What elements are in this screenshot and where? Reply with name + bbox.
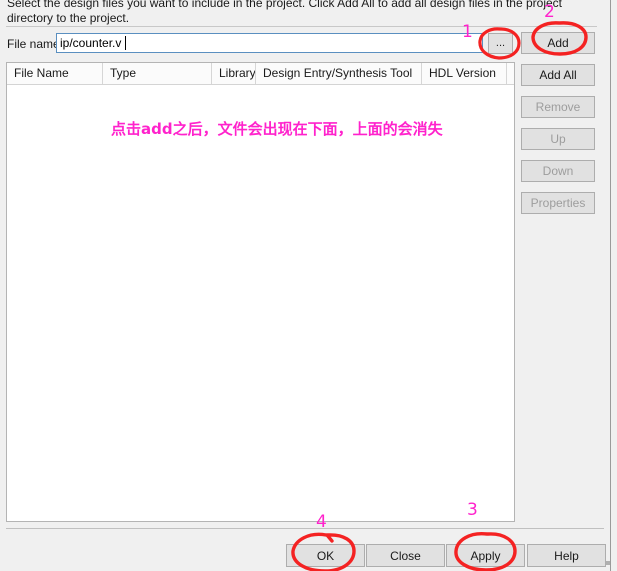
footer-divider	[6, 528, 604, 529]
add-files-dialog: Select the design files you want to incl…	[0, 0, 617, 571]
header-divider	[6, 26, 597, 27]
side-button-panel: Add Add All Remove Up Down Properties	[521, 28, 597, 522]
annotation-step-4: 4	[316, 512, 327, 532]
down-button[interactable]: Down	[521, 160, 595, 182]
column-header-library[interactable]: Library	[212, 63, 256, 84]
table-header-row: File Name Type Library Design Entry/Synt…	[7, 63, 514, 85]
file-name-label: File name:	[7, 37, 64, 51]
column-header-type[interactable]: Type	[103, 63, 212, 84]
column-header-spacer	[507, 63, 514, 84]
add-all-button[interactable]: Add All	[521, 64, 595, 86]
file-name-input[interactable]	[56, 33, 483, 53]
column-header-file-name[interactable]: File Name	[7, 63, 103, 84]
up-button[interactable]: Up	[521, 128, 595, 150]
browse-ellipsis-button[interactable]: ...	[488, 33, 513, 54]
resize-grip[interactable]	[606, 561, 610, 565]
annotation-note-text: 点击add之后，文件会出现在下面，上面的会消失	[111, 120, 443, 138]
table-body[interactable]: 点击add之后，文件会出现在下面，上面的会消失	[7, 85, 514, 521]
help-button[interactable]: Help	[527, 544, 606, 567]
annotation-step-2: 2	[544, 2, 555, 22]
annotation-step-1: 1	[462, 22, 473, 42]
remove-button[interactable]: Remove	[521, 96, 595, 118]
close-button[interactable]: Close	[366, 544, 445, 567]
window-frame-right-edge	[610, 0, 617, 571]
apply-button[interactable]: Apply	[446, 544, 525, 567]
column-header-design-entry-synthesis-tool[interactable]: Design Entry/Synthesis Tool	[256, 63, 422, 84]
add-button[interactable]: Add	[521, 32, 595, 54]
text-caret	[125, 36, 126, 50]
dialog-instructions: Select the design files you want to incl…	[7, 0, 566, 25]
ok-button[interactable]: OK	[286, 544, 365, 567]
properties-button[interactable]: Properties	[521, 192, 595, 214]
design-files-table[interactable]: File Name Type Library Design Entry/Synt…	[6, 62, 515, 522]
annotation-step-3: 3	[467, 500, 478, 520]
column-header-hdl-version[interactable]: HDL Version	[422, 63, 507, 84]
